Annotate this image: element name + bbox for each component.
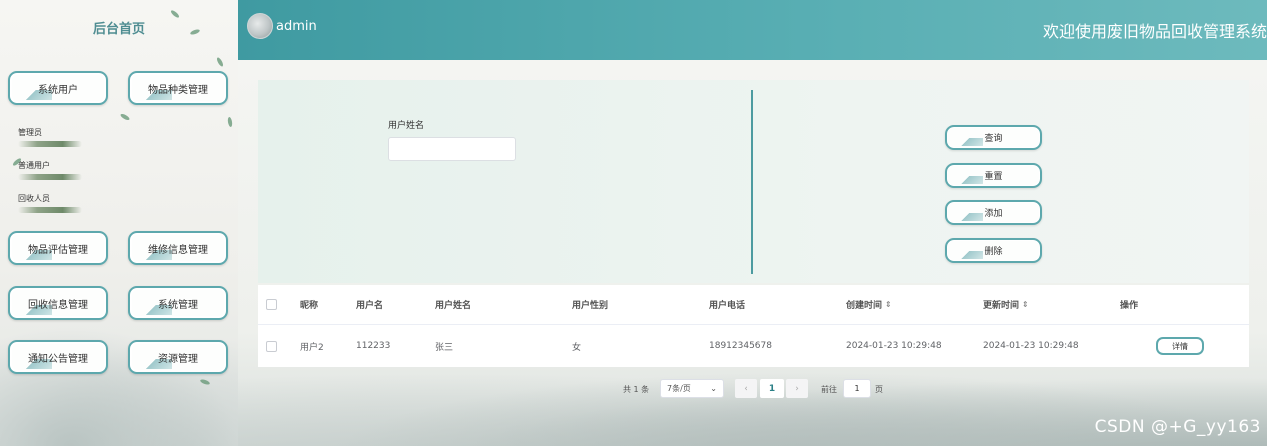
chevron-down-icon: ⌄ — [710, 384, 717, 393]
page-size-value: 7条/页 — [667, 384, 691, 393]
sidebar-home-link[interactable]: 后台首页 — [0, 18, 238, 37]
real-name-input[interactable] — [388, 137, 516, 161]
brush-decoration — [18, 174, 82, 180]
reset-button[interactable]: 重置 — [945, 163, 1042, 188]
cell-real-name: 张三 — [435, 342, 454, 353]
pagination-total: 共 1 条 — [623, 384, 650, 394]
brush-decoration — [18, 207, 82, 213]
cell-updated: 2024-01-23 10:29:48 — [983, 341, 1079, 351]
column-header-real-name: 用户姓名 — [435, 301, 472, 311]
menu-notice[interactable]: 通知公告管理 — [8, 340, 108, 374]
search-panel: 用户姓名 查询 重置 添加 删除 — [258, 80, 1249, 283]
cell-gender: 女 — [572, 342, 582, 353]
page-suffix: 页 — [875, 384, 883, 394]
column-header-phone: 用户电话 — [709, 301, 746, 311]
cell-username: 112233 — [356, 341, 391, 351]
leaf-decoration — [119, 112, 131, 122]
cell-created: 2024-01-23 10:29:48 — [846, 341, 942, 351]
menu-item-category[interactable]: 物品种类管理 — [128, 71, 228, 105]
submenu-label: 管理员 — [18, 128, 42, 137]
menu-label: 维修信息管理 — [148, 244, 208, 256]
goto-label: 前往 — [821, 384, 837, 394]
add-button-label: 添加 — [984, 209, 1003, 219]
menu-recycle-info[interactable]: 回收信息管理 — [8, 286, 108, 320]
menu-label: 通知公告管理 — [28, 353, 88, 365]
leaf-decoration — [227, 116, 233, 128]
real-name-label: 用户姓名 — [388, 121, 425, 131]
menu-label: 资源管理 — [158, 353, 198, 365]
menu-resources[interactable]: 资源管理 — [128, 340, 228, 374]
sidebar: 后台首页 系统用户 物品种类管理 管理员 普通用户 回收人员 物品评估管理 维修… — [0, 0, 239, 446]
menu-label: 系统用户 — [38, 84, 78, 96]
top-bar: admin 欢迎使用废旧物品回收管理系统 — [238, 0, 1267, 60]
menu-label: 回收信息管理 — [28, 299, 88, 311]
query-button-label: 查询 — [984, 134, 1003, 144]
menu-label: 系统管理 — [158, 299, 198, 311]
avatar[interactable] — [247, 13, 273, 39]
detail-button[interactable]: 详情 — [1156, 337, 1204, 355]
prev-page-button[interactable]: ‹ — [735, 379, 757, 398]
leaf-decoration — [215, 56, 225, 68]
table-row: 用户2 112233 张三 女 18912345678 2024-01-23 1… — [258, 325, 1249, 367]
submenu-admin[interactable]: 管理员 — [18, 127, 98, 147]
reset-button-label: 重置 — [984, 172, 1003, 182]
delete-button-label: 删除 — [984, 247, 1003, 257]
delete-button[interactable]: 删除 — [945, 238, 1042, 263]
cell-phone: 18912345678 — [709, 341, 772, 351]
cell-nickname: 用户2 — [300, 342, 324, 353]
submenu-recycler[interactable]: 回收人员 — [18, 193, 98, 213]
menu-item-evaluation[interactable]: 物品评估管理 — [8, 231, 108, 265]
column-header-gender: 用户性别 — [572, 301, 609, 311]
add-button[interactable]: 添加 — [945, 200, 1042, 225]
submenu-label: 普通用户 — [18, 161, 50, 170]
submenu-label: 回收人员 — [18, 194, 50, 203]
panel-divider — [751, 90, 753, 274]
user-table: 昵称 用户名 用户姓名 用户性别 用户电话 创建时间 ⇕ 更新时间 ⇕ 操作 用… — [258, 285, 1249, 367]
column-header-updated-label: 更新时间 — [983, 301, 1020, 311]
menu-repair-info[interactable]: 维修信息管理 — [128, 231, 228, 265]
watermark: CSDN @+G_yy163 — [1094, 417, 1261, 437]
query-button[interactable]: 查询 — [945, 125, 1042, 150]
submenu-normal-user[interactable]: 普通用户 — [18, 160, 98, 180]
chevron-left-icon: ‹ — [744, 383, 748, 394]
column-header-created[interactable]: 创建时间 ⇕ — [846, 285, 892, 324]
next-page-button[interactable]: › — [786, 379, 808, 398]
system-title: 欢迎使用废旧物品回收管理系统 — [1042, 22, 1267, 41]
row-checkbox[interactable] — [266, 325, 277, 367]
column-header-updated[interactable]: 更新时间 ⇕ — [983, 285, 1029, 324]
username[interactable]: admin — [276, 19, 317, 34]
select-all-checkbox[interactable] — [266, 285, 277, 324]
menu-system-manage[interactable]: 系统管理 — [128, 286, 228, 320]
goto-page-input[interactable]: 1 — [843, 379, 871, 398]
column-header-nickname: 昵称 — [300, 301, 319, 311]
page-size-select[interactable]: 7条/页 ⌄ — [660, 379, 724, 398]
column-header-created-label: 创建时间 — [846, 301, 883, 311]
table-header: 昵称 用户名 用户姓名 用户性别 用户电话 创建时间 ⇕ 更新时间 ⇕ 操作 — [258, 285, 1249, 325]
page-number-current[interactable]: 1 — [760, 379, 784, 398]
column-header-username: 用户名 — [356, 301, 384, 311]
chevron-right-icon: › — [795, 383, 799, 394]
cell-actions: 详情 — [1156, 325, 1204, 367]
main-content: 用户姓名 查询 重置 添加 删除 昵称 用户名 用户姓名 用户性别 用户电话 创… — [238, 60, 1267, 446]
sort-icon[interactable]: ⇕ — [885, 300, 892, 309]
menu-system-users[interactable]: 系统用户 — [8, 71, 108, 105]
menu-label: 物品评估管理 — [28, 244, 88, 256]
column-header-actions: 操作 — [1120, 301, 1139, 311]
sort-icon[interactable]: ⇕ — [1022, 300, 1029, 309]
brush-decoration — [18, 141, 82, 147]
menu-label: 物品种类管理 — [148, 84, 208, 96]
